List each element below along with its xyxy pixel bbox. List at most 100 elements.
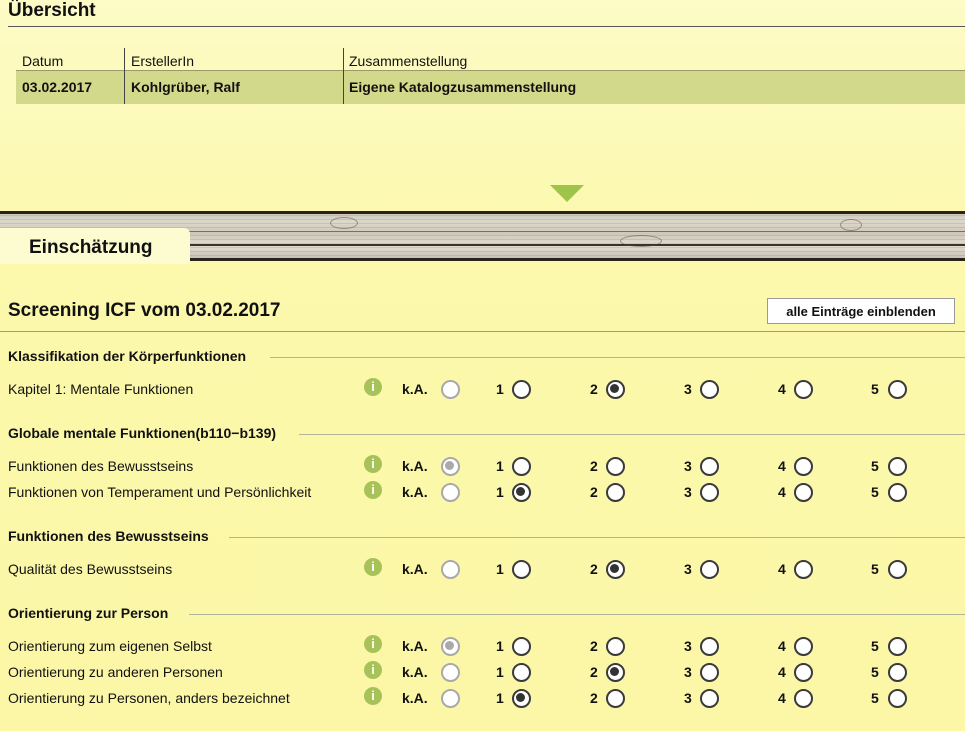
rating-radio-2[interactable] bbox=[606, 560, 625, 579]
rating-radio-5[interactable] bbox=[888, 380, 907, 399]
item-label: Orientierung zu Personen, anders bezeich… bbox=[8, 690, 290, 706]
rating-radio-ka[interactable] bbox=[441, 560, 460, 579]
rating-radio-2[interactable] bbox=[606, 457, 625, 476]
rating-label-4: 4 bbox=[778, 561, 786, 577]
info-icon[interactable]: i bbox=[364, 378, 382, 396]
rating-radio-3[interactable] bbox=[700, 380, 719, 399]
rating-radio-5[interactable] bbox=[888, 560, 907, 579]
screening-title: Screening ICF vom 03.02.2017 bbox=[8, 300, 281, 321]
cell-date[interactable]: 03.02.2017 bbox=[16, 71, 124, 104]
rating-label-4: 4 bbox=[778, 381, 786, 397]
section-divider bbox=[229, 537, 965, 538]
info-icon[interactable]: i bbox=[364, 661, 382, 679]
chevron-down-icon[interactable] bbox=[550, 185, 584, 202]
rating-label-4: 4 bbox=[778, 638, 786, 654]
cell-author[interactable]: Kohlgrüber, Ralf bbox=[125, 71, 343, 104]
screening-divider bbox=[0, 331, 965, 332]
rating-label-ka: k.A. bbox=[402, 458, 428, 474]
section-divider bbox=[270, 357, 965, 358]
rating-radio-2[interactable] bbox=[606, 663, 625, 682]
rating-radio-5[interactable] bbox=[888, 483, 907, 502]
rating-radio-1[interactable] bbox=[512, 380, 531, 399]
overview-title: Übersicht bbox=[8, 0, 96, 21]
rating-label-3: 3 bbox=[684, 381, 692, 397]
rating-label-2: 2 bbox=[590, 664, 598, 680]
info-icon[interactable]: i bbox=[364, 558, 382, 576]
info-icon[interactable]: i bbox=[364, 635, 382, 653]
column-header-date[interactable]: Datum bbox=[16, 48, 124, 71]
show-all-entries-button[interactable]: alle Einträge einblenden bbox=[767, 298, 955, 324]
rating-radio-3[interactable] bbox=[700, 560, 719, 579]
rating-radio-4[interactable] bbox=[794, 637, 813, 656]
rating-label-5: 5 bbox=[871, 638, 879, 654]
rating-radio-1[interactable] bbox=[512, 637, 531, 656]
rating-radio-ka[interactable] bbox=[441, 483, 460, 502]
rating-label-3: 3 bbox=[684, 664, 692, 680]
rating-label-1: 1 bbox=[496, 561, 504, 577]
rating-radio-5[interactable] bbox=[888, 663, 907, 682]
rating-radio-1[interactable] bbox=[512, 663, 531, 682]
rating-radio-3[interactable] bbox=[700, 663, 719, 682]
section-title: Funktionen des Bewusstseins bbox=[8, 528, 209, 544]
rating-radio-4[interactable] bbox=[794, 560, 813, 579]
column-separator bbox=[124, 48, 125, 104]
info-icon[interactable]: i bbox=[364, 687, 382, 705]
rating-label-5: 5 bbox=[871, 561, 879, 577]
rating-radio-4[interactable] bbox=[794, 457, 813, 476]
rating-radio-3[interactable] bbox=[700, 483, 719, 502]
rating-label-4: 4 bbox=[778, 690, 786, 706]
info-icon[interactable]: i bbox=[364, 455, 382, 473]
rating-radio-4[interactable] bbox=[794, 689, 813, 708]
rating-label-5: 5 bbox=[871, 664, 879, 680]
rating-radio-5[interactable] bbox=[888, 637, 907, 656]
overview-divider bbox=[8, 26, 965, 27]
rating-radio-1[interactable] bbox=[512, 483, 531, 502]
rating-radio-4[interactable] bbox=[794, 483, 813, 502]
rating-radio-2[interactable] bbox=[606, 483, 625, 502]
section-title: Orientierung zur Person bbox=[8, 605, 169, 621]
rating-label-3: 3 bbox=[684, 458, 692, 474]
rating-radio-2[interactable] bbox=[606, 637, 625, 656]
column-header-author[interactable]: ErstellerIn bbox=[125, 48, 343, 71]
rating-radio-ka[interactable] bbox=[441, 689, 460, 708]
rating-radio-ka[interactable] bbox=[441, 457, 460, 476]
column-header-compilation[interactable]: Zusammenstellung bbox=[343, 48, 965, 71]
rating-label-2: 2 bbox=[590, 638, 598, 654]
cell-compilation[interactable]: Eigene Katalogzusammenstellung bbox=[343, 71, 965, 104]
info-icon[interactable]: i bbox=[364, 481, 382, 499]
rating-radio-1[interactable] bbox=[512, 457, 531, 476]
rating-radio-5[interactable] bbox=[888, 457, 907, 476]
section-divider bbox=[299, 434, 965, 435]
rating-radio-2[interactable] bbox=[606, 380, 625, 399]
rating-label-5: 5 bbox=[871, 484, 879, 500]
rating-radio-4[interactable] bbox=[794, 663, 813, 682]
rating-label-ka: k.A. bbox=[402, 664, 428, 680]
rating-radio-3[interactable] bbox=[700, 457, 719, 476]
rating-radio-ka[interactable] bbox=[441, 637, 460, 656]
rating-radio-4[interactable] bbox=[794, 380, 813, 399]
rating-radio-5[interactable] bbox=[888, 689, 907, 708]
rating-radio-3[interactable] bbox=[700, 689, 719, 708]
item-label: Kapitel 1: Mentale Funktionen bbox=[8, 381, 194, 397]
rating-label-2: 2 bbox=[590, 484, 598, 500]
rating-radio-ka[interactable] bbox=[441, 380, 460, 399]
item-label: Qualität des Bewusstseins bbox=[8, 561, 173, 577]
rating-label-5: 5 bbox=[871, 690, 879, 706]
rating-label-2: 2 bbox=[590, 381, 598, 397]
item-label: Orientierung zum eigenen Selbst bbox=[8, 638, 212, 654]
item-label: Funktionen des Bewusstseins bbox=[8, 458, 194, 474]
rating-label-5: 5 bbox=[871, 458, 879, 474]
rating-label-ka: k.A. bbox=[402, 381, 428, 397]
rating-label-ka: k.A. bbox=[402, 690, 428, 706]
rating-label-ka: k.A. bbox=[402, 638, 428, 654]
tab-label[interactable]: Einschätzung bbox=[29, 237, 153, 259]
rating-label-1: 1 bbox=[496, 690, 504, 706]
rating-label-ka: k.A. bbox=[402, 484, 428, 500]
rating-radio-1[interactable] bbox=[512, 689, 531, 708]
section-title: Globale mentale Funktionen(b110−b139) bbox=[8, 425, 277, 441]
rating-label-3: 3 bbox=[684, 638, 692, 654]
rating-radio-1[interactable] bbox=[512, 560, 531, 579]
rating-radio-2[interactable] bbox=[606, 689, 625, 708]
rating-radio-3[interactable] bbox=[700, 637, 719, 656]
rating-radio-ka[interactable] bbox=[441, 663, 460, 682]
